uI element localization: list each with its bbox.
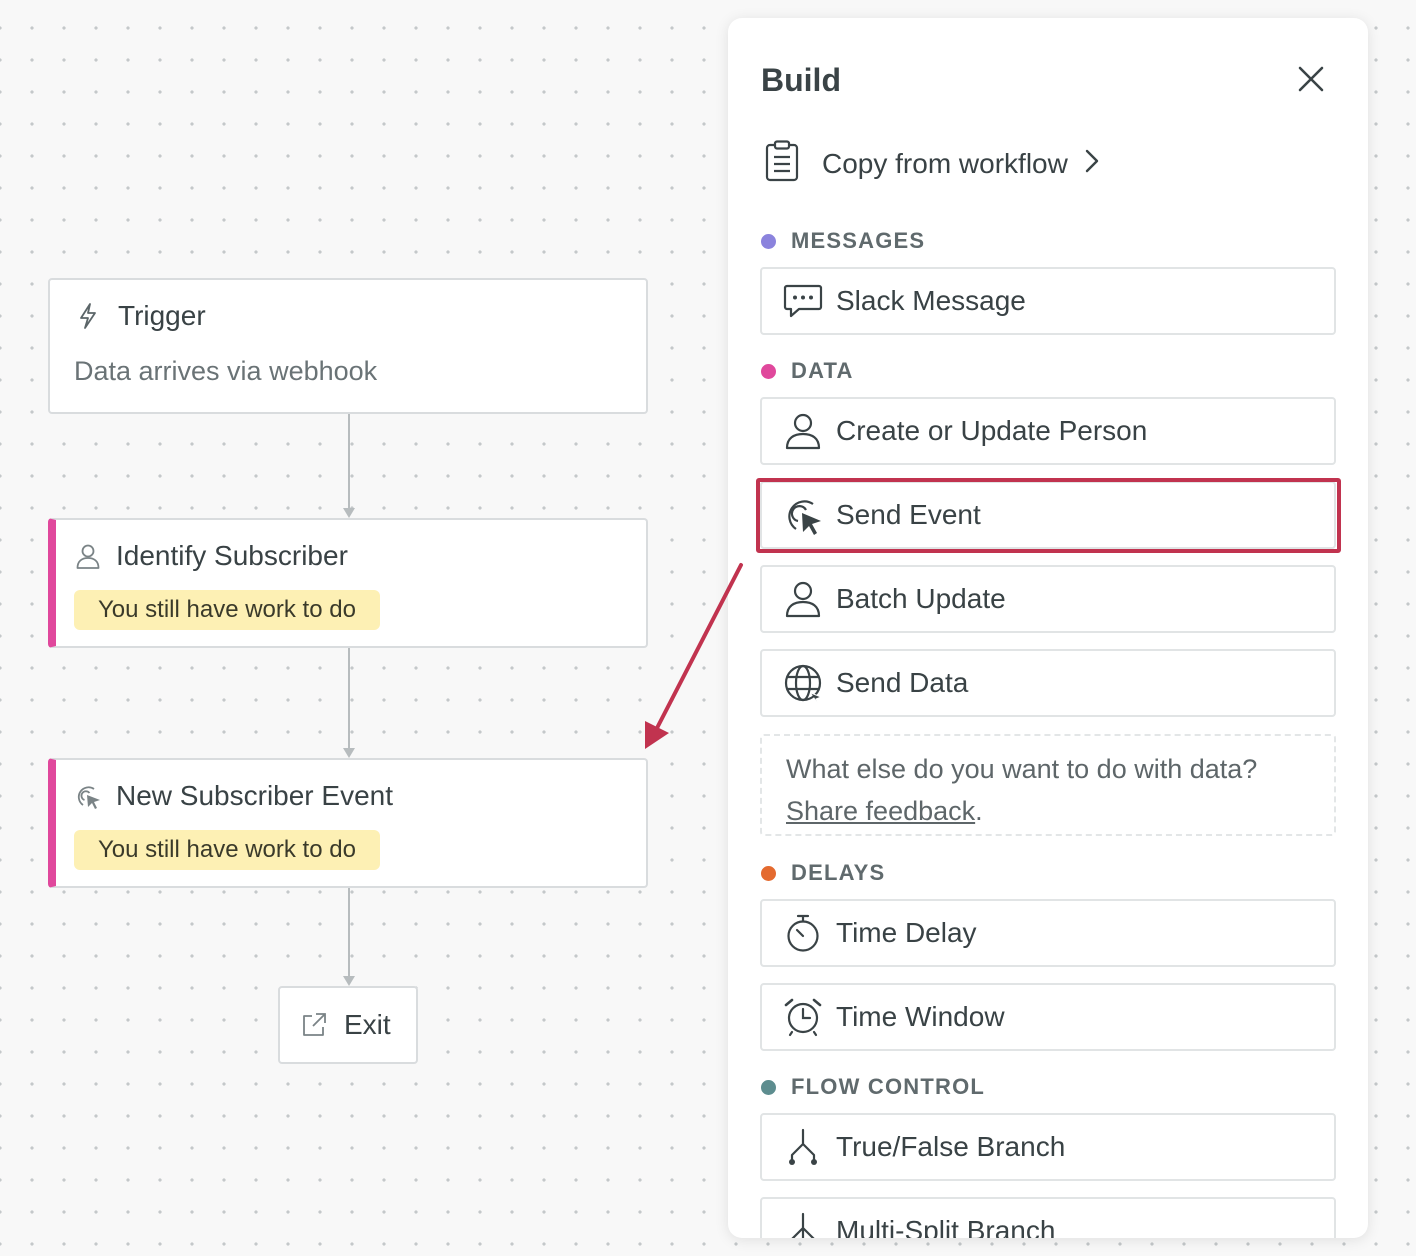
event-cursor-icon bbox=[74, 782, 102, 810]
section-data: DATA bbox=[761, 358, 854, 384]
section-label: MESSAGES bbox=[791, 228, 926, 253]
section-dot bbox=[761, 865, 776, 881]
connector-arrowhead bbox=[343, 508, 355, 518]
copy-from-workflow-button[interactable]: Copy from workflow bbox=[764, 140, 1100, 187]
trigger-subtitle: Data arrives via webhook bbox=[74, 356, 378, 386]
connector-line bbox=[348, 888, 350, 978]
chevron-right-icon bbox=[1084, 148, 1100, 179]
chat-bubble-icon bbox=[782, 280, 824, 322]
item-label: Slack Message bbox=[836, 285, 1026, 316]
status-badge: You still have work to do bbox=[74, 830, 380, 870]
time-delay-item[interactable]: Time Delay bbox=[760, 899, 1336, 967]
exit-node[interactable]: Exit bbox=[278, 986, 418, 1064]
close-icon bbox=[1298, 66, 1324, 92]
send-event-item[interactable]: Send Event bbox=[760, 481, 1336, 549]
globe-icon bbox=[782, 662, 824, 704]
event-cursor-icon bbox=[782, 494, 824, 536]
new-subscriber-event-node[interactable]: New Subscriber Event You still have work… bbox=[48, 758, 648, 888]
person-icon bbox=[782, 578, 824, 620]
share-feedback-link[interactable]: Share feedback bbox=[786, 796, 975, 826]
connector-line bbox=[348, 648, 350, 750]
new-subscriber-event-title: New Subscriber Event bbox=[116, 780, 394, 811]
item-label: True/False Branch bbox=[836, 1131, 1066, 1162]
item-label: Time Window bbox=[836, 1001, 1005, 1032]
external-link-icon bbox=[300, 1011, 328, 1039]
time-window-item[interactable]: Time Window bbox=[760, 983, 1336, 1051]
feedback-period: . bbox=[975, 796, 983, 826]
status-badge: You still have work to do bbox=[74, 590, 380, 630]
multi-split-branch-item[interactable]: Multi-Split Branch bbox=[760, 1197, 1336, 1238]
copy-from-workflow-label: Copy from workflow bbox=[822, 147, 1068, 179]
section-label: DATA bbox=[791, 358, 854, 383]
section-dot bbox=[761, 1079, 776, 1095]
connector-arrowhead bbox=[343, 976, 355, 986]
true-false-branch-item[interactable]: True/False Branch bbox=[760, 1113, 1336, 1181]
close-button[interactable] bbox=[1294, 62, 1328, 96]
item-label: Multi-Split Branch bbox=[836, 1215, 1056, 1238]
identify-subscriber-title: Identify Subscriber bbox=[116, 540, 348, 571]
section-dot bbox=[761, 233, 776, 249]
build-panel: Build Copy from workflow MESSAGES Slack … bbox=[728, 18, 1368, 1238]
lightning-icon bbox=[74, 302, 102, 330]
section-label: DELAYS bbox=[791, 860, 886, 885]
stopwatch-icon bbox=[782, 912, 824, 954]
send-data-item[interactable]: Send Data bbox=[760, 649, 1336, 717]
section-dot bbox=[761, 363, 776, 379]
feedback-box: What else do you want to do with data? S… bbox=[760, 734, 1336, 836]
item-label: Batch Update bbox=[836, 583, 1006, 614]
item-label: Create or Update Person bbox=[836, 415, 1148, 446]
exit-label: Exit bbox=[344, 1009, 391, 1040]
connector-arrowhead bbox=[343, 748, 355, 758]
create-or-update-person-item[interactable]: Create or Update Person bbox=[760, 397, 1336, 465]
item-label: Send Event bbox=[836, 499, 981, 530]
section-flow-control: FLOW CONTROL bbox=[761, 1074, 985, 1100]
branch-icon bbox=[782, 1126, 824, 1168]
connector-line bbox=[348, 414, 350, 510]
feedback-text: What else do you want to do with data? bbox=[786, 754, 1258, 784]
item-label: Time Delay bbox=[836, 917, 977, 948]
multi-branch-icon bbox=[782, 1210, 824, 1238]
panel-title: Build bbox=[761, 62, 841, 98]
section-messages: MESSAGES bbox=[761, 228, 925, 254]
identify-subscriber-node[interactable]: Identify Subscriber You still have work … bbox=[48, 518, 648, 648]
trigger-title: Trigger bbox=[118, 300, 206, 331]
trigger-node[interactable]: Trigger Data arrives via webhook bbox=[48, 278, 648, 414]
alarm-clock-icon bbox=[782, 996, 824, 1038]
section-label: FLOW CONTROL bbox=[791, 1074, 986, 1099]
clipboard-icon bbox=[764, 140, 800, 187]
item-label: Send Data bbox=[836, 667, 969, 698]
batch-update-item[interactable]: Batch Update bbox=[760, 565, 1336, 633]
slack-message-item[interactable]: Slack Message bbox=[760, 267, 1336, 335]
person-icon bbox=[782, 410, 824, 452]
person-icon bbox=[74, 542, 102, 570]
section-delays: DELAYS bbox=[761, 860, 885, 886]
